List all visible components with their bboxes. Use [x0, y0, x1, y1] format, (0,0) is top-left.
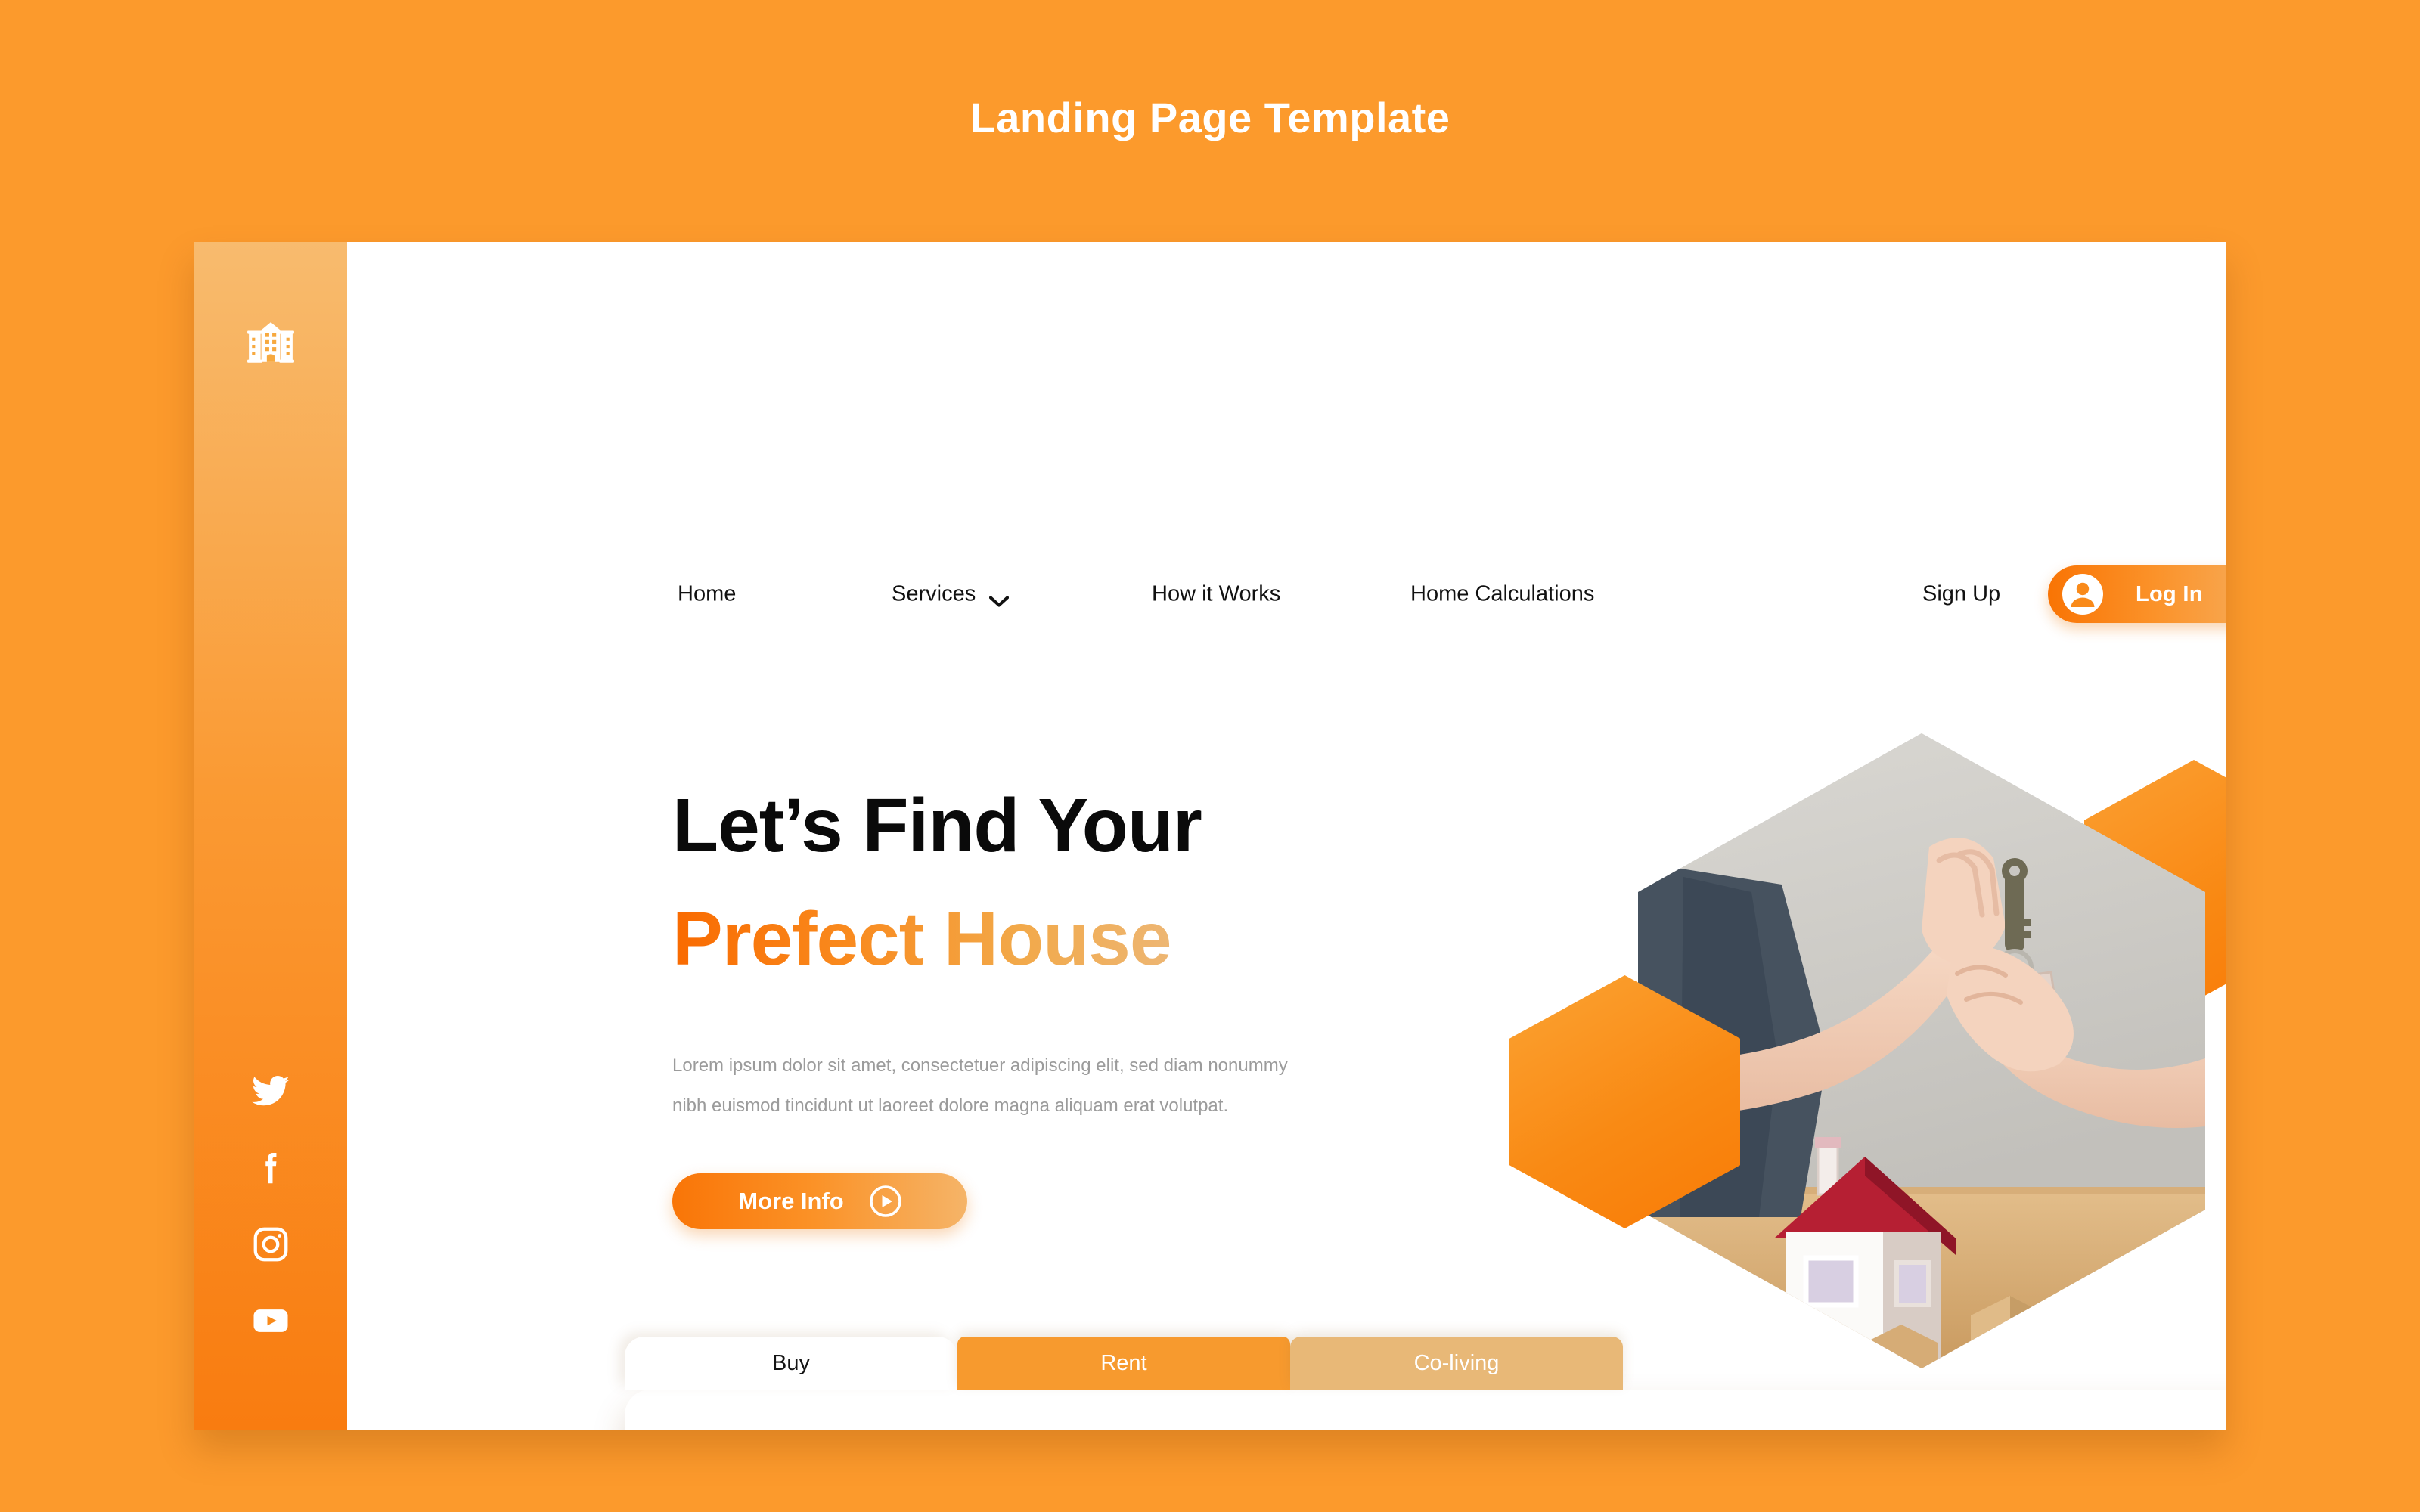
more-info-button[interactable]: More Info — [672, 1173, 967, 1229]
social-links — [250, 1071, 291, 1341]
facebook-icon[interactable] — [250, 1148, 291, 1188]
hero-heading-line-2: Prefect House — [672, 897, 1171, 981]
tab-buy[interactable]: Buy — [625, 1337, 957, 1390]
tab-rent[interactable]: Rent — [957, 1337, 1290, 1390]
more-info-button-label: More Info — [738, 1188, 844, 1214]
nav-item-home[interactable]: Home — [678, 582, 736, 607]
sign-up-link[interactable]: Sign Up — [1922, 582, 2000, 607]
nav-item-services-label: Services — [892, 581, 976, 606]
nav-item-how-it-works[interactable]: How it Works — [1152, 582, 1280, 607]
page-title: Landing Page Template — [970, 94, 1450, 141]
search-tabs: Buy Rent Co-living — [625, 1337, 1623, 1390]
search-panel: City/Street Malaysia Property Type Modul… — [625, 1390, 2226, 1430]
buildings-icon — [246, 320, 296, 370]
page-card: Home Services How it Works Home Calculat… — [194, 242, 2226, 1430]
log-in-button[interactable]: Log In — [2048, 565, 2226, 623]
instagram-icon[interactable] — [250, 1224, 291, 1265]
nav-item-home-calculations[interactable]: Home Calculations — [1410, 582, 1594, 607]
chevron-down-icon — [989, 588, 1010, 607]
user-avatar-icon — [2060, 572, 2105, 617]
hero-paragraph-line-2: nibh euismod tincidunt ut laoreet dolore… — [672, 1095, 1229, 1116]
hero-paragraph-line-1: Lorem ipsum dolor sit amet, consectetuer… — [672, 1055, 1288, 1076]
sidebar — [194, 242, 347, 1430]
youtube-icon[interactable] — [250, 1300, 291, 1341]
hero-heading-line-1: Let’s Find Your — [672, 783, 1202, 868]
log-in-button-label: Log In — [2136, 581, 2203, 606]
tab-co-living[interactable]: Co-living — [1290, 1337, 1623, 1390]
play-circle-icon — [869, 1185, 901, 1217]
nav-item-services[interactable]: Services — [892, 581, 1010, 607]
twitter-icon[interactable] — [250, 1071, 291, 1112]
